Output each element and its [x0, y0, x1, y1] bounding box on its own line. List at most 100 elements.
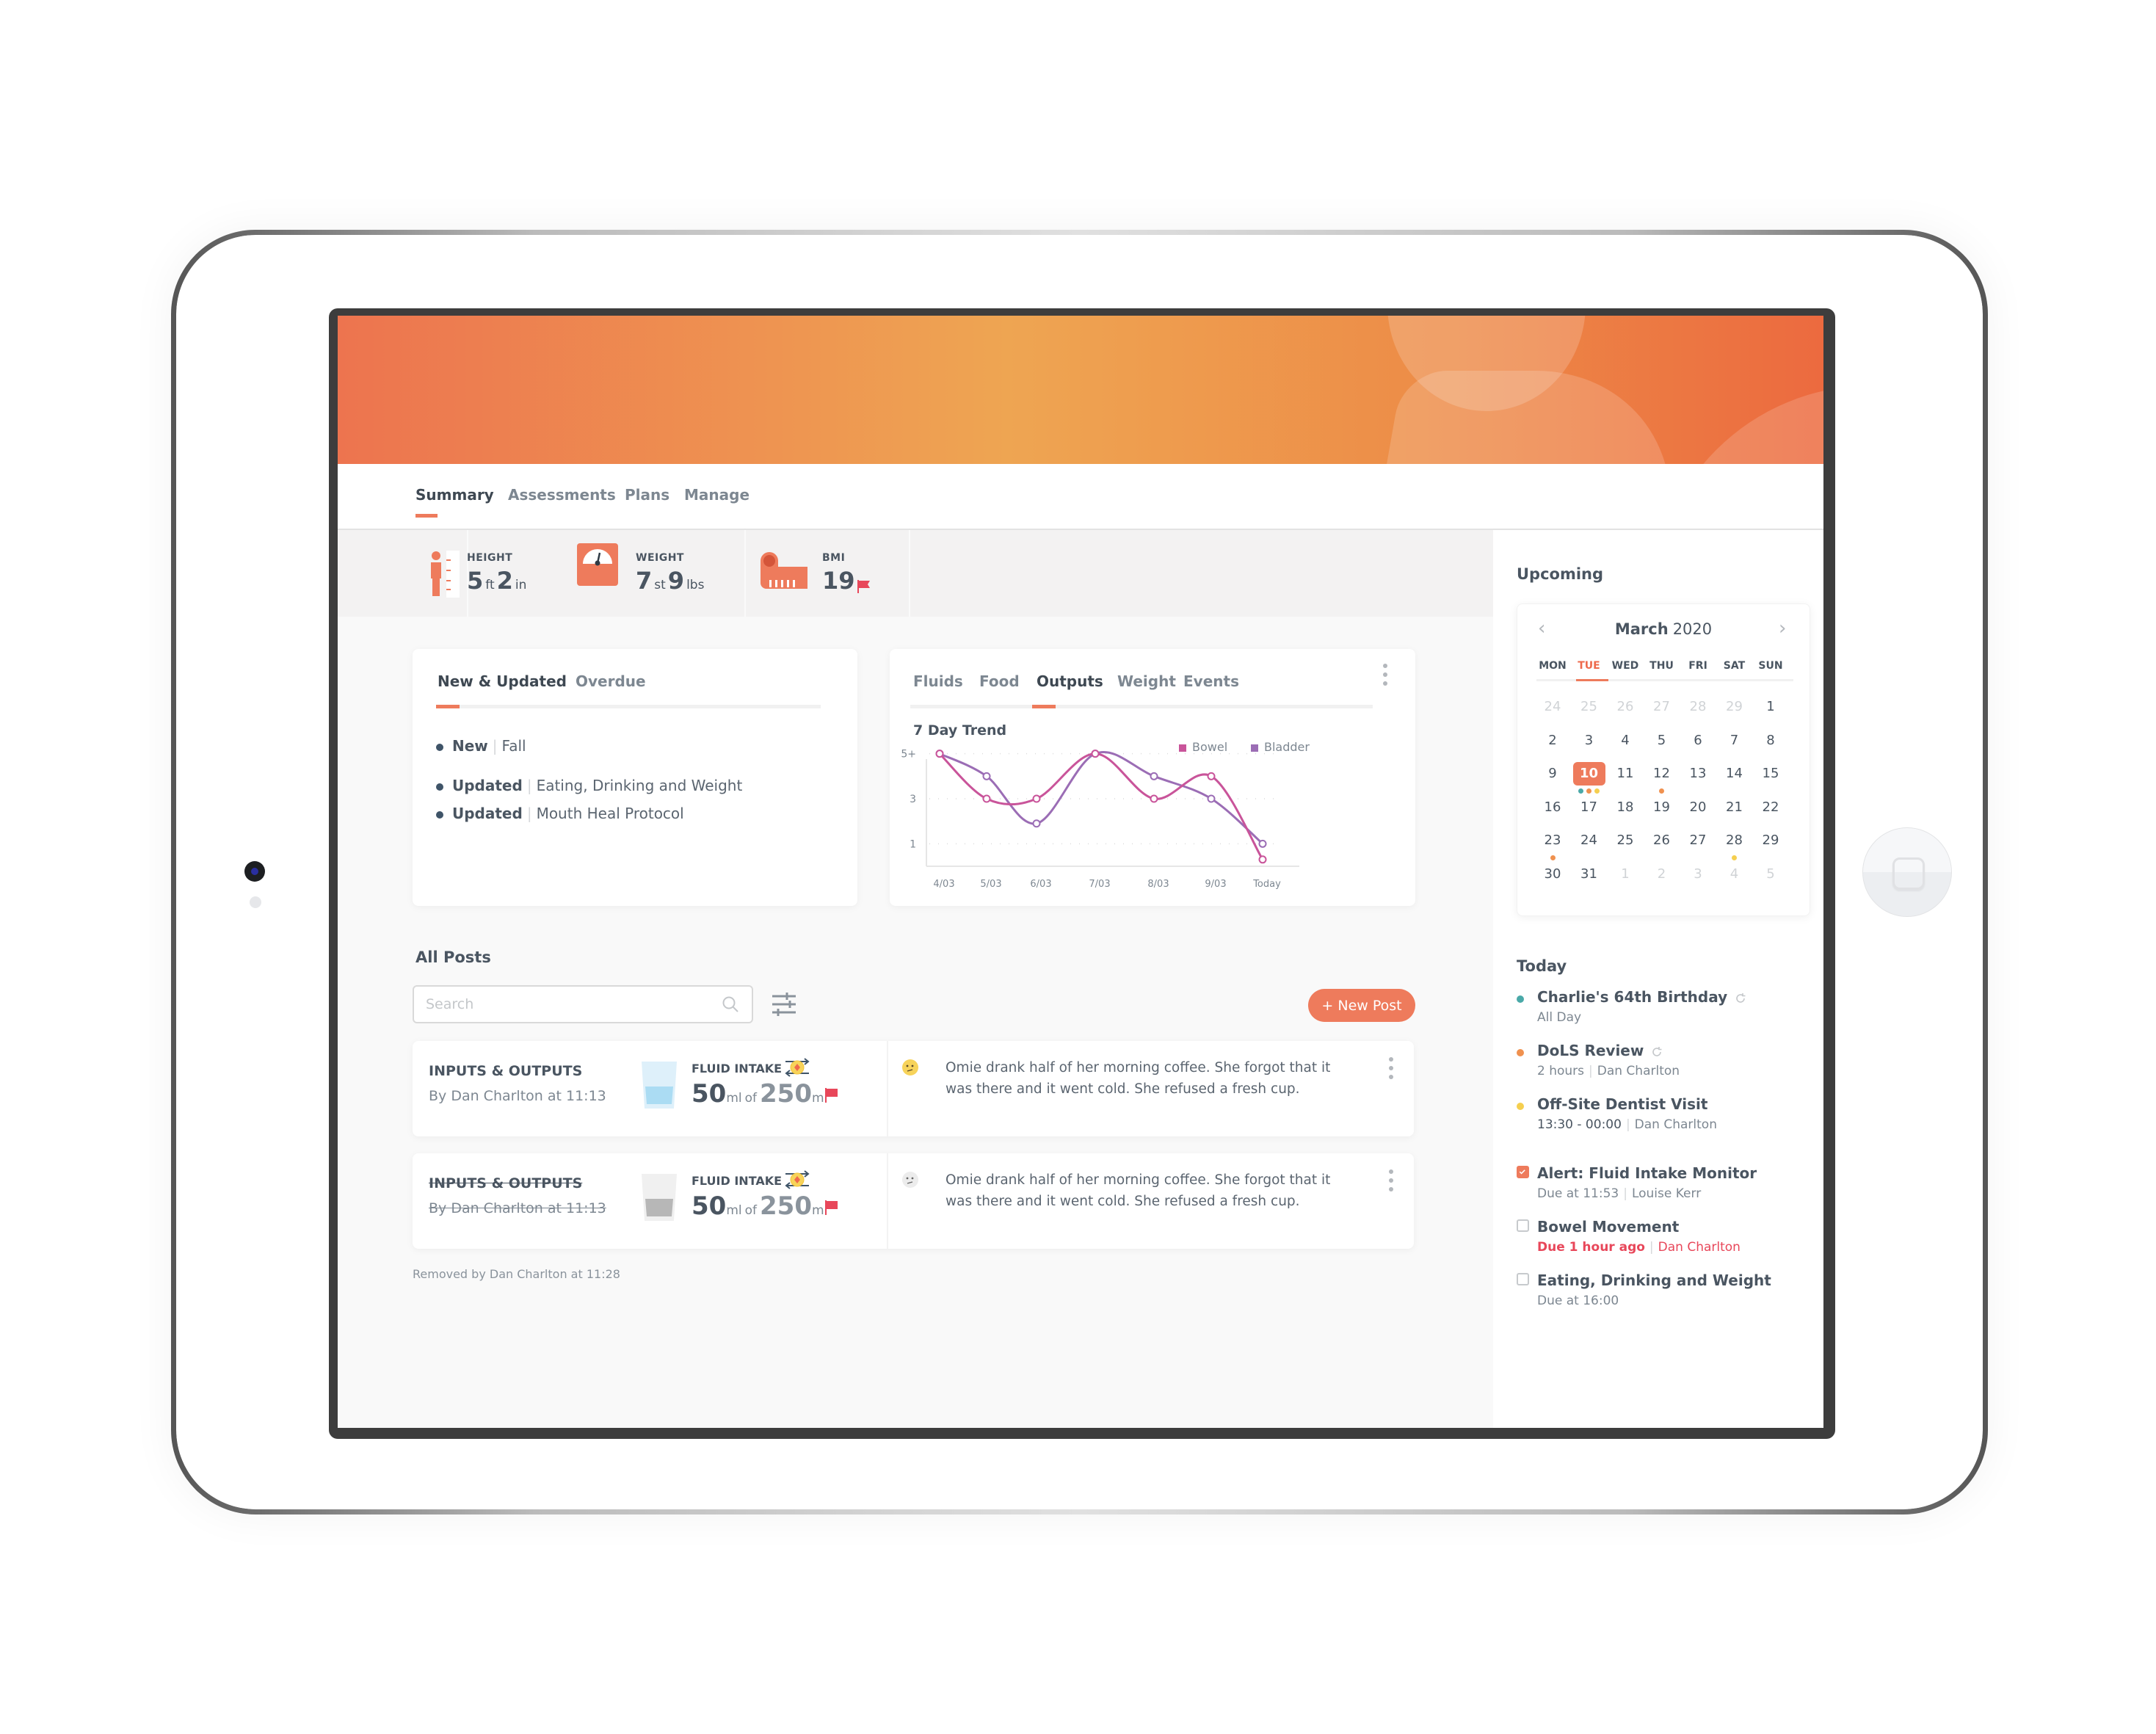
calendar-day[interactable]: 29 [1754, 829, 1787, 852]
calendar-day-selected[interactable]: 10 [1572, 762, 1605, 786]
calendar-day[interactable]: 14 [1718, 762, 1751, 786]
calendar-day[interactable]: 18 [1609, 796, 1641, 819]
task-checkbox[interactable] [1517, 1166, 1529, 1178]
calendar-day[interactable]: 5 [1754, 863, 1787, 886]
fluid-intake-value: 50ml of 250ml [692, 1079, 828, 1109]
calendar-day[interactable]: 24 [1536, 695, 1569, 719]
next-month-button[interactable]: › [1779, 617, 1786, 639]
calendar-day[interactable]: 1 [1754, 695, 1787, 719]
camera-icon [244, 861, 265, 882]
more-options-icon[interactable] [1389, 1169, 1393, 1191]
calendar-day[interactable]: 17 [1573, 796, 1605, 819]
calendar-day[interactable]: 2 [1536, 729, 1569, 752]
list-item[interactable]: Updated | Mouth Heal Protocol [436, 805, 684, 822]
event-sub: 2 hours | Dan Charlton [1537, 1064, 1680, 1078]
data-point-bladder [1150, 772, 1158, 780]
tab-new-updated[interactable]: New & Updated [438, 672, 567, 690]
today-weekday-indicator [1576, 679, 1608, 681]
tab-overdue[interactable]: Overdue [576, 672, 646, 690]
calendar-day[interactable]: 15 [1754, 762, 1787, 786]
main-tabs: Summary Assessments Plans Manage [338, 464, 1823, 530]
calendar-day[interactable]: 29 [1718, 695, 1751, 719]
tab-track [436, 705, 821, 708]
data-point-bladder [1207, 794, 1216, 803]
fluid-intake-label: FLUID INTAKE [692, 1062, 783, 1075]
calendar-day[interactable]: 31 [1573, 863, 1605, 886]
calendar-day[interactable]: 21 [1718, 796, 1751, 819]
calendar-day[interactable]: 12 [1646, 762, 1678, 786]
calendar-day[interactable]: 28 [1682, 695, 1714, 719]
new-post-button[interactable]: + New Post [1308, 989, 1415, 1022]
calendar-day[interactable]: 20 [1682, 796, 1714, 819]
calendar-day[interactable]: 27 [1646, 695, 1678, 719]
calendar-day[interactable]: 8 [1754, 729, 1787, 752]
weekday-mon: MON [1539, 660, 1567, 672]
calendar-day[interactable]: 16 [1536, 796, 1569, 819]
post-card-removed[interactable]: INPUTS & OUTPUTS By Dan Charlton at 11:1… [413, 1153, 1414, 1249]
data-point-bowel [935, 750, 944, 758]
calendar-day[interactable]: 5 [1646, 729, 1678, 752]
calendar-event-dot [1732, 855, 1737, 860]
calendar-day[interactable]: 6 [1682, 729, 1714, 752]
post-divider [887, 1153, 888, 1249]
filter-icon[interactable] [771, 993, 797, 1016]
tab-assessments[interactable]: Assessments [508, 486, 616, 504]
weekday-wed: WED [1611, 660, 1639, 672]
calendar-day[interactable]: 3 [1573, 729, 1605, 752]
tab-plans[interactable]: Plans [625, 486, 669, 504]
post-divider [887, 1041, 888, 1136]
calendar-day[interactable]: 13 [1682, 762, 1714, 786]
weekday-fri: FRI [1688, 660, 1707, 672]
search-input[interactable] [424, 995, 706, 1013]
post-author: By Dan Charlton at 11:13 [429, 1200, 606, 1216]
data-point-bowel [1032, 794, 1041, 803]
tab-manage[interactable]: Manage [684, 486, 749, 504]
calendar-day[interactable]: 22 [1754, 796, 1787, 819]
task-title: Bowel Movement [1537, 1218, 1680, 1236]
x-tick-label: 9/03 [1205, 879, 1226, 890]
removed-note: Removed by Dan Charlton at 11:28 [413, 1267, 620, 1281]
input-output-icon [785, 1170, 810, 1189]
check-icon [1519, 1169, 1525, 1175]
task-checkbox[interactable] [1517, 1219, 1529, 1232]
data-point-bowel [1150, 794, 1158, 803]
tab-summary[interactable]: Summary [415, 486, 494, 504]
home-button[interactable] [1862, 827, 1952, 917]
calendar-day[interactable]: 23 [1536, 829, 1569, 852]
list-item[interactable]: Updated | Eating, Drinking and Weight [436, 777, 742, 794]
calendar-day[interactable]: 4 [1609, 729, 1641, 752]
flag-icon [857, 580, 870, 593]
calendar-day[interactable]: 28 [1718, 829, 1751, 852]
calendar-day[interactable]: 11 [1609, 762, 1641, 786]
calendar-day[interactable]: 24 [1573, 829, 1605, 852]
calendar-day[interactable]: 25 [1609, 829, 1641, 852]
event-title: Charlie's 64th Birthday [1537, 988, 1746, 1006]
calendar-day[interactable]: 9 [1536, 762, 1569, 786]
data-point-bowel [1258, 855, 1267, 864]
calendar-day[interactable]: 19 [1646, 796, 1678, 819]
calendar-day[interactable]: 1 [1609, 863, 1641, 886]
more-options-icon[interactable] [1389, 1057, 1393, 1079]
calendar-day[interactable]: 26 [1646, 829, 1678, 852]
weekday-thu: THU [1649, 660, 1674, 672]
calendar-day[interactable]: 3 [1682, 863, 1714, 886]
calendar-day[interactable]: 30 [1536, 863, 1569, 886]
flag-icon [825, 1088, 838, 1103]
weekday-track [1536, 679, 1793, 681]
calendar-day[interactable]: 27 [1682, 829, 1714, 852]
calendar-day[interactable]: 4 [1718, 863, 1751, 886]
flag-icon [825, 1200, 838, 1215]
search-box [413, 985, 753, 1023]
calendar-day[interactable]: 2 [1646, 863, 1678, 886]
calendar-day[interactable]: 7 [1718, 729, 1751, 752]
list-item[interactable]: New | Fall [436, 737, 526, 755]
post-card[interactable]: INPUTS & OUTPUTS By Dan Charlton at 11:1… [413, 1041, 1414, 1136]
calendar-day[interactable]: 26 [1609, 695, 1641, 719]
fluid-intake-value: 50ml of 250ml [692, 1191, 828, 1221]
calendar-event-dot [1578, 788, 1583, 794]
search-icon[interactable] [722, 996, 738, 1012]
task-checkbox[interactable] [1517, 1273, 1529, 1285]
calendar-day[interactable]: 25 [1573, 695, 1605, 719]
all-posts-title: All Posts [415, 948, 491, 966]
confused-face-icon [902, 1059, 918, 1075]
